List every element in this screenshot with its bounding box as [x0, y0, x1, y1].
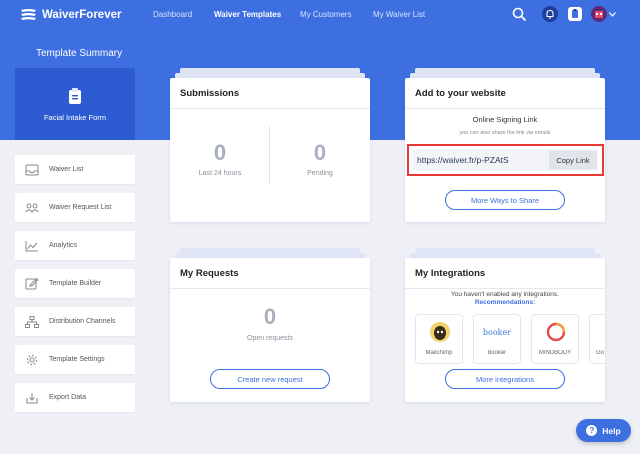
help-icon: ?: [586, 425, 598, 436]
no-integrations-note: You haven't enabled any integrations.: [451, 291, 559, 298]
divider: [405, 288, 605, 289]
integration-mailchimp[interactable]: Mailchimp: [415, 314, 463, 364]
google-icon: [603, 321, 605, 343]
brand-logo[interactable]: WaiverForever: [20, 8, 121, 21]
nav-my-customers[interactable]: My Customers: [300, 10, 352, 19]
card-title: Submissions: [180, 88, 240, 99]
last-24-hours-count: 0: [213, 140, 227, 165]
last-24-hours-label: Last 24 hours: [198, 170, 242, 177]
sidebar-item-label: Waiver Request List: [49, 204, 112, 211]
brand-logo-icon: [21, 9, 36, 20]
integration-name: MINDBODY: [538, 350, 572, 356]
create-new-request-button[interactable]: Create new request: [210, 369, 330, 389]
card-title: Add to your website: [415, 88, 506, 99]
help-label: Help: [602, 425, 621, 436]
copy-link-button[interactable]: Copy Link: [549, 151, 597, 169]
current-template-name: Facial Intake Form: [43, 112, 107, 122]
sidebar-item-label: Template Settings: [49, 356, 105, 363]
inbox-icon: [25, 164, 39, 175]
sidebar-item-label: Template Builder: [49, 280, 102, 287]
users-icon: [25, 203, 39, 213]
share-note: you can also share the link via emails: [459, 130, 551, 136]
top-navigation: WaiverForever Dashboard Waiver Templates…: [0, 0, 640, 30]
divider: [170, 288, 370, 289]
signing-link-field: https://waiver.fr/p-PZAtS Copy Link: [413, 150, 598, 170]
page-title: Template Summary: [36, 48, 123, 59]
search-icon[interactable]: [511, 6, 527, 22]
gear-icon: [27, 354, 37, 365]
chevron-down-icon[interactable]: [609, 12, 616, 17]
pending-count: 0: [313, 140, 327, 165]
sidebar-item-label: Analytics: [49, 242, 78, 249]
integration-mindbody[interactable]: MINDBODY: [531, 314, 579, 364]
signing-link-highlight: https://waiver.fr/p-PZAtS Copy Link: [407, 144, 604, 176]
download-icon: [26, 392, 38, 403]
sidebar-item-export-data[interactable]: Export Data: [15, 383, 135, 412]
integration-booker[interactable]: booker booker: [473, 314, 521, 364]
signing-link-url[interactable]: https://waiver.fr/p-PZAtS: [413, 155, 549, 165]
sidebar-item-label: Waiver List: [49, 166, 84, 173]
integrations-card: My Integrations You haven't enabled any …: [405, 258, 605, 402]
submissions-card: Submissions 0 Last 24 hours 0 Pending: [170, 78, 370, 222]
integration-name: Go: [596, 350, 605, 356]
sidebar-item-template-settings[interactable]: Template Settings: [15, 345, 135, 374]
more-ways-to-share-button[interactable]: More Ways to Share: [445, 190, 565, 210]
sidebar-item-analytics[interactable]: Analytics: [15, 231, 135, 260]
nav-dashboard[interactable]: Dashboard: [153, 10, 192, 19]
pending-label: Pending: [307, 170, 333, 177]
integration-google[interactable]: Go: [589, 314, 605, 364]
sidebar-item-waiver-request-list[interactable]: Waiver Request List: [15, 193, 135, 222]
sidebar-item-label: Distribution Channels: [49, 318, 116, 325]
brand-name: WaiverForever: [42, 8, 122, 21]
integration-name: booker: [487, 350, 507, 356]
integration-name: Mailchimp: [425, 350, 453, 356]
signing-link-heading: Online Signing Link: [472, 115, 538, 124]
divider: [170, 108, 370, 109]
sidebar-item-template-builder[interactable]: Template Builder: [15, 269, 135, 298]
nav-my-waiver-list[interactable]: My Waiver List: [373, 10, 425, 19]
chart-icon: [25, 240, 38, 251]
notification-bell-icon[interactable]: [542, 6, 558, 22]
current-template-tile: Facial Intake Form: [15, 68, 135, 140]
card-title: My Integrations: [415, 268, 486, 279]
booker-icon: booker: [482, 327, 512, 337]
divider: [405, 108, 605, 109]
user-avatar-icon[interactable]: [591, 6, 607, 22]
card-title: My Requests: [180, 268, 239, 279]
open-requests-count: 0: [263, 304, 277, 329]
sidebar-item-distribution-channels[interactable]: Distribution Channels: [15, 307, 135, 336]
clipboard-app-icon[interactable]: [567, 6, 583, 22]
sidebar-item-waiver-list[interactable]: Waiver List: [15, 155, 135, 184]
recommendations-label: Recommendations:: [474, 299, 536, 306]
help-button[interactable]: ? Help: [576, 419, 631, 442]
clipboard-icon: [69, 87, 81, 104]
nav-waiver-templates[interactable]: Waiver Templates: [214, 10, 281, 19]
sitemap-icon: [25, 315, 39, 328]
mindbody-icon: [546, 322, 566, 342]
requests-card: My Requests 0 Open requests Create new r…: [170, 258, 370, 402]
sidebar-item-label: Export Data: [49, 394, 86, 401]
more-integrations-button[interactable]: More integrations: [445, 369, 565, 389]
open-requests-label: Open requests: [247, 335, 293, 342]
mailchimp-icon: [430, 322, 450, 342]
edit-icon: [25, 277, 39, 289]
website-card: Add to your website Online Signing Link …: [405, 78, 605, 222]
